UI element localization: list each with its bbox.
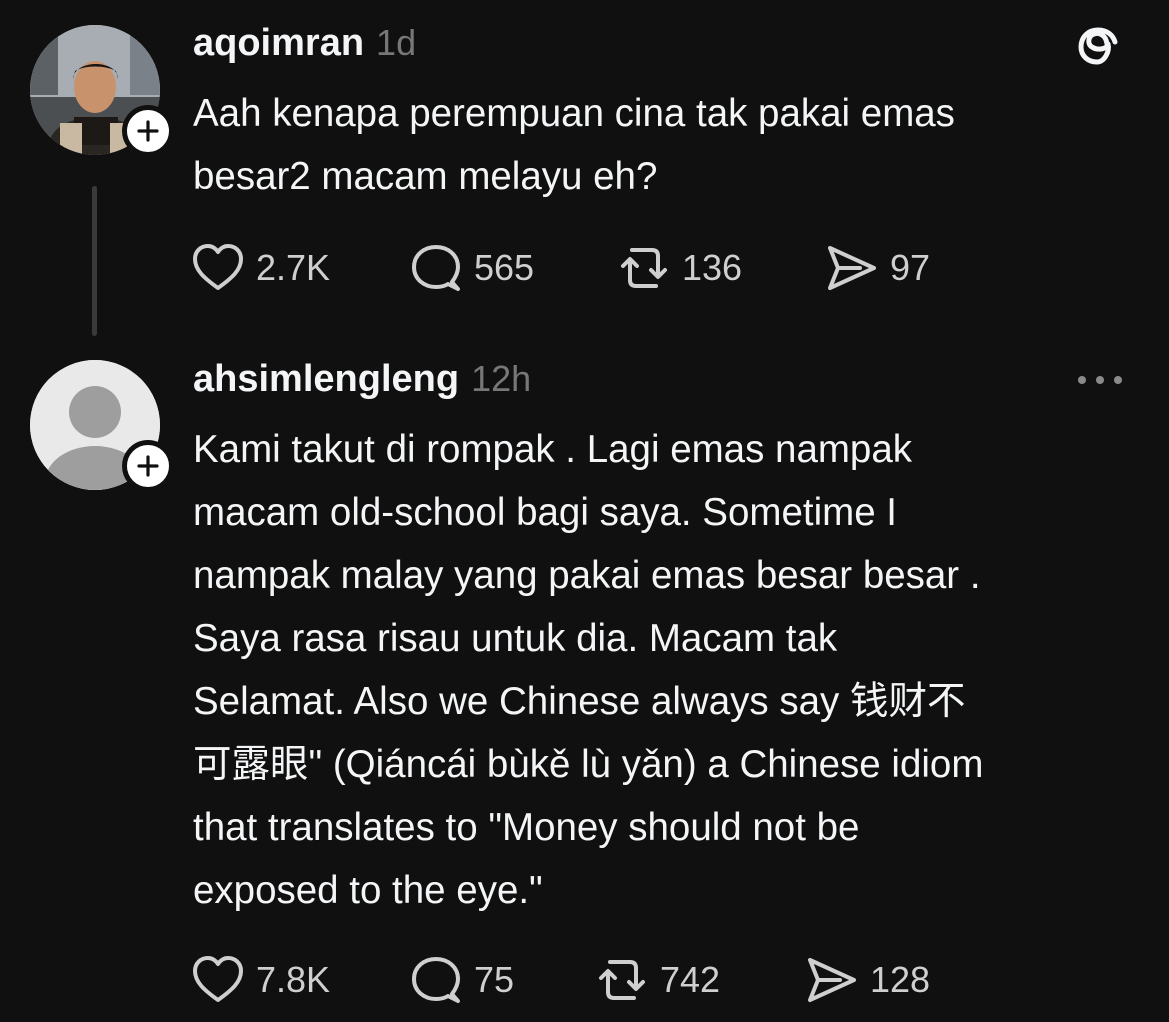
reply-count: 565: [474, 247, 535, 288]
follow-button[interactable]: [122, 440, 174, 492]
text-line: besar2 macam melayu eh?: [193, 155, 658, 198]
text-line: exposed to the eye.": [193, 869, 543, 912]
text-line: 可露眼" (Qiáncái bùkě lù yǎn) a Chinese idi…: [193, 743, 984, 786]
reply-button[interactable]: 75: [408, 954, 594, 1006]
repost-count: 136: [682, 247, 743, 288]
like-button[interactable]: 7.8K: [190, 954, 408, 1006]
plus-icon: [137, 120, 159, 142]
heart-icon: [193, 956, 243, 1002]
username[interactable]: aqoimran: [193, 22, 364, 65]
share-button[interactable]: 97: [824, 242, 930, 294]
plus-icon: [137, 455, 159, 477]
share-count: 128: [870, 959, 931, 1000]
share-button[interactable]: 128: [804, 954, 930, 1006]
timestamp[interactable]: 1d: [376, 22, 416, 64]
text-line: Selamat. Also we Chinese always say 钱财不: [193, 680, 966, 723]
send-icon: [828, 246, 876, 290]
comment-icon: [412, 957, 460, 1003]
heart-icon: [193, 244, 243, 290]
post-text: Kami takut di rompak . Lagi emas nampak …: [193, 418, 1143, 922]
like-count: 2.7K: [256, 247, 331, 288]
comment-icon: [412, 245, 460, 291]
post-header: aqoimran 1d: [193, 22, 416, 65]
timestamp[interactable]: 12h: [471, 358, 531, 400]
more-options-icon[interactable]: [1075, 372, 1125, 393]
repost-icon: [621, 248, 667, 288]
like-button[interactable]: 2.7K: [190, 242, 408, 294]
reply-button[interactable]: 565: [408, 242, 616, 294]
threads-logo-icon[interactable]: [1073, 22, 1123, 77]
share-count: 97: [890, 247, 931, 288]
follow-button[interactable]: [122, 105, 174, 157]
text-line: Saya rasa risau untuk dia. Macam tak: [193, 617, 838, 660]
text-line: nampak malay yang pakai emas besar besar…: [193, 554, 981, 597]
post-header: ahsimlengleng 12h: [193, 358, 531, 401]
action-bar: 7.8K 75 742 128: [190, 954, 930, 1006]
text-line: Kami takut di rompak . Lagi emas nampak: [193, 428, 912, 471]
repost-button[interactable]: 136: [616, 242, 824, 294]
repost-count: 742: [660, 959, 721, 1000]
username[interactable]: ahsimlengleng: [193, 358, 459, 401]
avatar-wrap: [30, 25, 174, 157]
text-line: Aah kenapa perempuan cina tak pakai emas: [193, 92, 955, 135]
avatar-wrap: [30, 360, 174, 492]
repost-button[interactable]: 742: [594, 954, 804, 1006]
repost-icon: [599, 960, 645, 1000]
reply-count: 75: [474, 959, 515, 1000]
send-icon: [808, 958, 856, 1002]
post-text: Aah kenapa perempuan cina tak pakai emas…: [193, 82, 1143, 208]
thread-connector-line: [92, 186, 97, 336]
action-bar: 2.7K 565 136 97: [190, 242, 930, 294]
text-line: that translates to "Money should not be: [193, 806, 860, 849]
like-count: 7.8K: [256, 959, 331, 1000]
text-line: macam old-school bagi saya. Sometime I: [193, 491, 897, 534]
